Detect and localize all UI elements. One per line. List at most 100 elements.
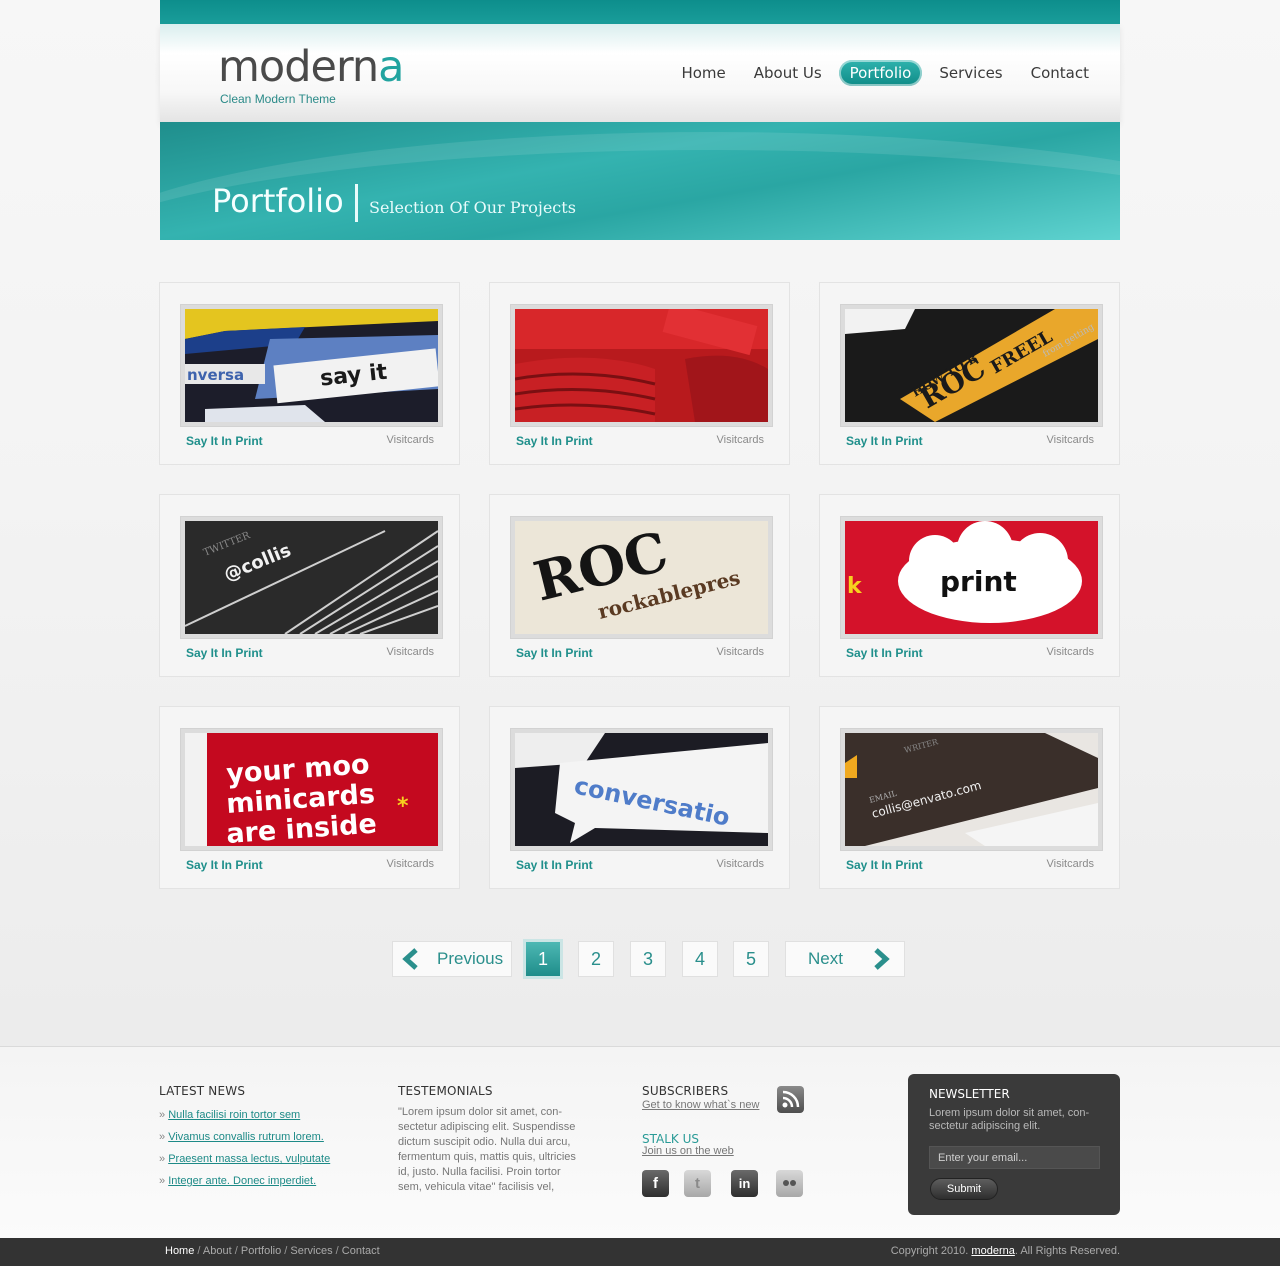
portfolio-card[interactable]: Say It In Print Visitcards: [489, 282, 790, 465]
list-item: » Nulla facilisi roin tortor sem: [159, 1109, 301, 1121]
page-2-button[interactable]: 2: [578, 941, 614, 977]
card-category: Visitcards: [716, 858, 764, 870]
email-field[interactable]: [929, 1146, 1100, 1169]
footer-link-about[interactable]: About: [203, 1245, 232, 1257]
card-title[interactable]: Say It In Print: [516, 858, 593, 872]
thumb-frame: print k: [840, 516, 1103, 639]
card-title[interactable]: Say It In Print: [846, 858, 923, 872]
newsletter-heading: NEWSLETTER: [929, 1087, 1010, 1101]
card-title[interactable]: Say It In Print: [516, 434, 593, 448]
tagline: Clean Modern Theme: [220, 92, 336, 106]
portfolio-card[interactable]: HOW TO B ROC FREEL from getting Say It I…: [819, 282, 1120, 465]
envato-email-card-photo[interactable]: WRITER EMAIL collis@envato.com: [845, 733, 1098, 846]
news-link[interactable]: Nulla facilisi roin tortor sem: [168, 1109, 300, 1121]
nav-home[interactable]: Home: [670, 60, 736, 86]
card-title[interactable]: Say It In Print: [186, 434, 263, 448]
conversation-card-photo[interactable]: conversatio: [515, 733, 768, 846]
nav-about-us[interactable]: About Us: [743, 60, 833, 86]
card-category: Visitcards: [716, 646, 764, 658]
facebook-icon[interactable]: f: [642, 1170, 669, 1197]
thumb-text: k: [847, 574, 863, 599]
previous-button[interactable]: Previous: [392, 941, 512, 977]
thumb-frame: HOW TO B ROC FREEL from getting: [840, 304, 1103, 427]
page-3-button[interactable]: 3: [630, 941, 666, 977]
subscribers-link[interactable]: Get to know what`s new: [642, 1099, 759, 1111]
page-1-button[interactable]: 1: [523, 939, 563, 979]
portfolio-card[interactable]: say it nversa Say It In Print Visitcards: [159, 282, 460, 465]
thumb-text: nversa: [187, 366, 244, 384]
rss-icon[interactable]: [777, 1086, 804, 1113]
footer-link-services[interactable]: Services: [290, 1245, 332, 1257]
main-nav: Home About Us Portfolio Services Contact: [670, 60, 1100, 86]
thumb-frame: conversatio: [510, 728, 773, 851]
twitter-icon[interactable]: t: [684, 1170, 711, 1197]
thumb-frame: your moo minicards are inside *: [180, 728, 443, 851]
testimonial-text: "Lorem ipsum dolor sit amet, con-sectetu…: [398, 1106, 576, 1193]
footer: LATEST NEWS » Nulla facilisi roin tortor…: [0, 1046, 1280, 1238]
portfolio-grid: say it nversa Say It In Print Visitcards: [159, 282, 1121, 889]
card-title[interactable]: Say It In Print: [186, 646, 263, 660]
nav-services[interactable]: Services: [928, 60, 1013, 86]
page-4-button[interactable]: 4: [682, 941, 718, 977]
page-5-button[interactable]: 5: [733, 941, 769, 977]
latest-news-heading: LATEST NEWS: [159, 1084, 246, 1098]
nav-contact[interactable]: Contact: [1020, 60, 1100, 86]
linkedin-icon[interactable]: in: [731, 1170, 758, 1197]
list-item: » Vivamus convallis rutrum lorem.: [159, 1131, 324, 1143]
card-title[interactable]: Say It In Print: [186, 858, 263, 872]
copyright-suffix: . All Rights Reserved.: [1014, 1245, 1120, 1257]
rockablepress-card-photo[interactable]: ROC rockablepres: [515, 521, 768, 634]
portfolio-card[interactable]: ROC rockablepres Say It In Print Visitca…: [489, 494, 790, 677]
portfolio-card[interactable]: conversatio Say It In Print Visitcards: [489, 706, 790, 889]
list-item: » Praesent massa lectus, vulputate: [159, 1153, 331, 1165]
portfolio-card[interactable]: your moo minicards are inside * Say It I…: [159, 706, 460, 889]
previous-label: Previous: [437, 949, 504, 968]
moo-minicards-photo[interactable]: your moo minicards are inside *: [185, 733, 438, 846]
newsletter-text: Lorem ipsum dolor sit amet, con-sectetur…: [929, 1107, 1090, 1132]
stalk-us-link[interactable]: Join us on the web: [642, 1145, 734, 1157]
portfolio-card[interactable]: TWITTER @collis Say It In Print Visitcar…: [159, 494, 460, 677]
say-it-card-photo[interactable]: say it nversa: [185, 309, 438, 422]
flickr-icon[interactable]: [776, 1170, 803, 1197]
page-title: Portfolio: [212, 182, 344, 220]
card-category: Visitcards: [386, 858, 434, 870]
footer-link-contact[interactable]: Contact: [342, 1245, 380, 1257]
footer-nav: Home / About / Portfolio / Services / Co…: [165, 1245, 380, 1257]
separator: /: [284, 1245, 288, 1257]
testimonials-heading: TESTEMONIALS: [398, 1084, 493, 1098]
subscribers-heading: SUBSCRIBERS: [642, 1084, 729, 1098]
logo-main: modern: [218, 42, 379, 92]
card-category: Visitcards: [1046, 434, 1094, 446]
copyright-link[interactable]: moderna: [971, 1245, 1014, 1257]
footer-link-portfolio[interactable]: Portfolio: [241, 1245, 281, 1257]
chevron-right-icon: [874, 948, 890, 970]
bottom-bar: Home / About / Portfolio / Services / Co…: [0, 1238, 1280, 1266]
news-link[interactable]: Vivamus convallis rutrum lorem.: [168, 1131, 324, 1143]
card-title[interactable]: Say It In Print: [846, 434, 923, 448]
card-title[interactable]: Say It In Print: [516, 646, 593, 660]
card-title[interactable]: Say It In Print: [846, 646, 923, 660]
copyright-text: Copyright 2010.: [890, 1245, 969, 1257]
rock-freelance-card-photo[interactable]: HOW TO B ROC FREEL from getting: [845, 309, 1098, 422]
next-button[interactable]: Next: [785, 941, 905, 977]
logo[interactable]: moderna: [218, 46, 404, 89]
footer-link-home[interactable]: Home: [165, 1245, 194, 1257]
twitter-collis-card-photo[interactable]: TWITTER @collis: [185, 521, 438, 634]
thumb-text: print: [940, 565, 1017, 598]
svg-text:*: *: [397, 794, 409, 819]
portfolio-card[interactable]: print k Say It In Print Visitcards: [819, 494, 1120, 677]
nav-portfolio[interactable]: Portfolio: [838, 60, 923, 86]
news-link[interactable]: Praesent massa lectus, vulputate: [168, 1153, 330, 1165]
portfolio-card[interactable]: WRITER EMAIL collis@envato.com Say It In…: [819, 706, 1120, 889]
card-category: Visitcards: [716, 434, 764, 446]
card-category: Visitcards: [386, 434, 434, 446]
news-link[interactable]: Integer ante. Donec imperdiet.: [168, 1175, 316, 1187]
print-cloud-card-photo[interactable]: print k: [845, 521, 1098, 634]
pagination: Previous 1 2 3 4 5 Next: [392, 939, 912, 979]
red-cards-stack-photo[interactable]: [515, 309, 768, 422]
next-label: Next: [808, 949, 843, 968]
thumb-frame: ROC rockablepres: [510, 516, 773, 639]
submit-button[interactable]: Submit: [930, 1178, 998, 1200]
page-subtitle: Selection Of Our Projects: [369, 198, 576, 217]
site-header: moderna Clean Modern Theme Home About Us…: [160, 24, 1120, 122]
